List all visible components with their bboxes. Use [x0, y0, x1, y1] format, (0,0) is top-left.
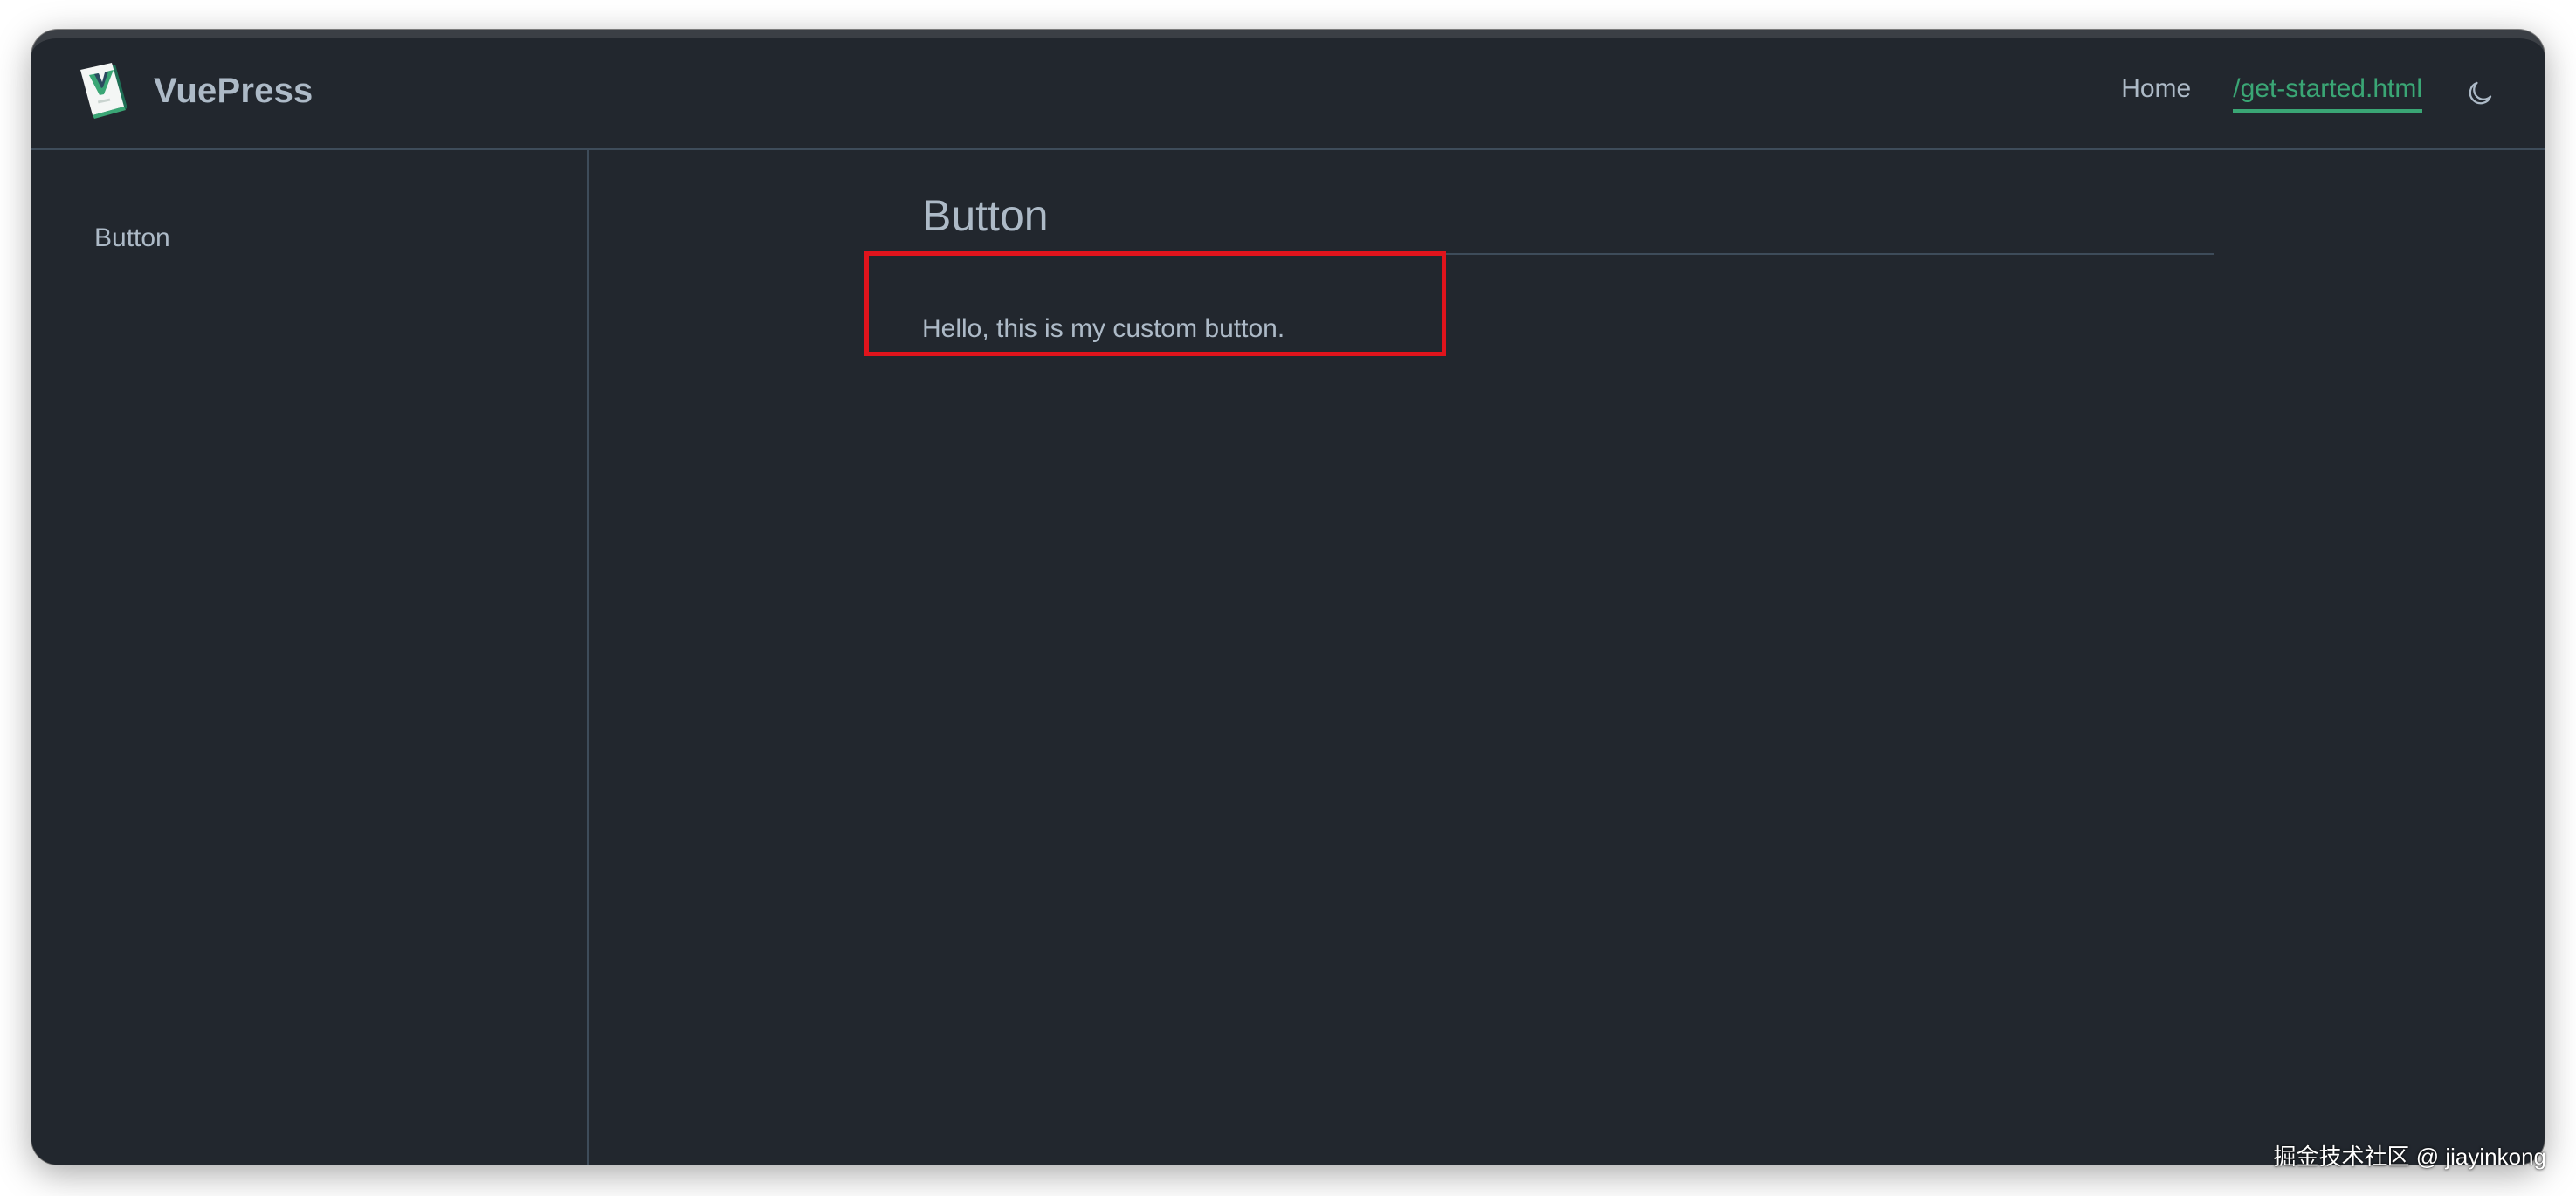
highlight-annotation-box: [864, 251, 1446, 356]
browser-window: VuePress Home /get-started.html Button B…: [31, 30, 2545, 1165]
watermark: 掘金技术社区 @ jiayinkong: [2273, 1144, 2546, 1170]
site-name[interactable]: VuePress: [154, 72, 313, 111]
theme-toggle-button[interactable]: [2464, 78, 2496, 109]
nav-links: Home /get-started.html: [2121, 38, 2545, 148]
sidebar-item-button[interactable]: Button: [94, 223, 170, 253]
navbar: VuePress Home /get-started.html: [31, 38, 2545, 150]
nav-link-get-started[interactable]: /get-started.html: [2233, 74, 2422, 113]
nav-link-home[interactable]: Home: [2121, 74, 2191, 113]
moon-icon: [2469, 81, 2492, 105]
sidebar: Button: [31, 150, 589, 1165]
vuepress-logo-icon[interactable]: [77, 63, 131, 120]
page-title: Button: [922, 190, 2214, 255]
